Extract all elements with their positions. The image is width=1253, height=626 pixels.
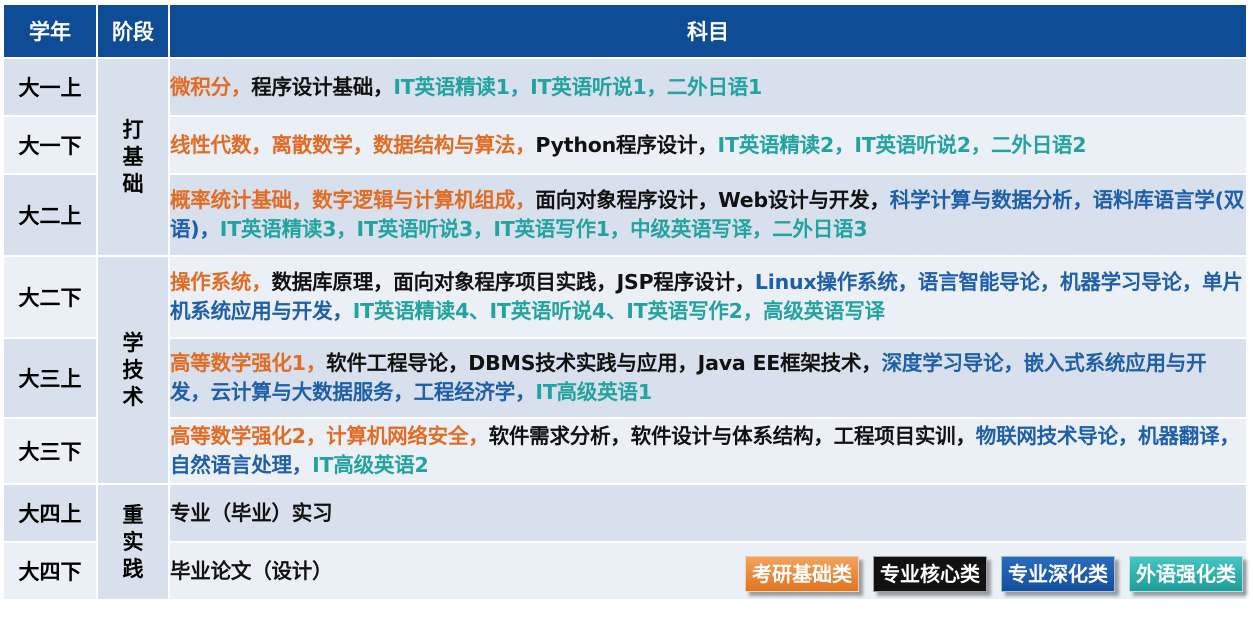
curriculum-slide: 学年 阶段 科目 大一上 打 基 础 微积分，程序设计基础，IT英语精读1，IT… (0, 0, 1253, 626)
header-stage: 阶段 (98, 5, 168, 57)
course-group-black: 毕业论文（设计） (170, 558, 333, 583)
course-group-black: 程序设计基础， (251, 74, 394, 99)
stage-char: 实 (122, 529, 144, 554)
year-cell: 大四下 (4, 543, 96, 599)
course-group-teal: IT高级英语2 (312, 453, 429, 477)
legend-exam-foundation: 考研基础类 (745, 556, 859, 592)
year-cell: 大一上 (4, 59, 96, 115)
subjects-cell: 高等数学强化1，软件工程导论，DBMS技术实践与应用，Java EE框架技术，深… (170, 339, 1246, 417)
year-cell: 大三下 (4, 419, 96, 483)
stage-practice: 重 实 践 (98, 485, 168, 599)
subjects-cell: 线性代数，离散数学，数据结构与算法，Python程序设计，IT英语精读2，IT英… (170, 117, 1246, 173)
stage-char: 重 (122, 502, 144, 527)
category-legend: 考研基础类 专业核心类 专业深化类 外语强化类 (745, 556, 1243, 592)
subjects-cell: 高等数学强化2，计算机网络安全，软件需求分析，软件设计与体系结构，工程项目实训，… (170, 419, 1246, 483)
table-row: 大二上 概率统计基础，数字逻辑与计算机组成，面向对象程序设计，Web设计与开发，… (4, 175, 1246, 255)
course-group-orange: 高等数学强化1， (170, 351, 327, 375)
year-cell: 大三上 (4, 339, 96, 417)
subjects-cell: 概率统计基础，数字逻辑与计算机组成，面向对象程序设计，Web设计与开发，科学计算… (170, 175, 1246, 255)
stage-char: 础 (122, 171, 144, 196)
course-group-black: Python程序设计， (535, 132, 718, 157)
course-group-black: 数据库原理，面向对象程序项目实践，JSP程序设计， (271, 270, 756, 294)
stage-char: 基 (122, 144, 144, 169)
stage-char: 技 (122, 357, 144, 382)
year-cell: 大四上 (4, 485, 96, 541)
stage-foundation: 打 基 础 (98, 59, 168, 255)
header-subjects: 科目 (170, 5, 1246, 57)
course-group-black: 软件工程导论，DBMS技术实践与应用，Java EE框架技术， (326, 351, 882, 375)
course-group-teal: IT高级英语1 (535, 380, 652, 404)
course-group-orange: 微积分， (170, 74, 252, 99)
stage-char: 打 (122, 117, 144, 142)
course-group-orange: 线性代数，离散数学，数据结构与算法， (170, 132, 536, 157)
subjects-cell: 微积分，程序设计基础，IT英语精读1，IT英语听说1，二外日语1 (170, 59, 1246, 115)
course-group-orange: 概率统计基础，数字逻辑与计算机组成， (170, 188, 536, 212)
stage-technology: 学 技 术 (98, 257, 168, 483)
course-group-teal: IT英语精读3，IT英语听说3，IT英语写作1，中级英语写译，二外日语3 (219, 217, 868, 241)
course-group-orange: 操作系统， (170, 270, 272, 294)
stage-char: 学 (122, 330, 144, 355)
table-row: 大一下 线性代数，离散数学，数据结构与算法，Python程序设计，IT英语精读2… (4, 117, 1246, 173)
course-group-teal: IT英语精读1，IT英语听说1，二外日语1 (393, 74, 763, 99)
legend-core: 专业核心类 (873, 556, 987, 592)
year-cell: 大二上 (4, 175, 96, 255)
year-cell: 大二下 (4, 257, 96, 337)
table-row: 大二下 学 技 术 操作系统，数据库原理，面向对象程序项目实践，JSP程序设计，… (4, 257, 1246, 483)
stage-char: 践 (122, 556, 144, 581)
subjects-cell: 专业（毕业）实习 (170, 485, 1246, 541)
table-row: 大三下 高等数学强化2，计算机网络安全，软件需求分析，软件设计与体系结构，工程项… (4, 419, 1246, 483)
year-cell: 大一下 (4, 117, 96, 173)
table-row: 大一上 打 基 础 微积分，程序设计基础，IT英语精读1，IT英语听说1，二外日… (4, 59, 1246, 255)
table-header-row: 学年 阶段 科目 (4, 5, 1246, 57)
stage-char: 术 (122, 384, 144, 409)
table-row: 大四上 重 实 践 专业（毕业）实习 (4, 485, 1246, 599)
course-group-teal: IT英语精读4、IT英语听说4、IT英语写作2，高级英语写译 (352, 299, 885, 323)
table-row: 大三上 高等数学强化1，软件工程导论，DBMS技术实践与应用，Java EE框架… (4, 339, 1246, 417)
subjects-cell: 操作系统，数据库原理，面向对象程序项目实践，JSP程序设计，Linux操作系统，… (170, 257, 1246, 337)
legend-advanced: 专业深化类 (1001, 556, 1115, 592)
legend-language: 外语强化类 (1129, 556, 1243, 592)
course-group-black: 面向对象程序设计，Web设计与开发， (535, 188, 890, 212)
course-group-black: 软件需求分析，软件设计与体系结构，工程项目实训， (488, 424, 976, 448)
header-year: 学年 (4, 5, 96, 57)
course-group-orange: 高等数学强化2，计算机网络安全， (170, 424, 489, 448)
course-group-teal: IT英语精读2，IT英语听说2，二外日语2 (717, 132, 1087, 157)
course-group-black: 专业（毕业）实习 (170, 500, 333, 525)
curriculum-table: 学年 阶段 科目 大一上 打 基 础 微积分，程序设计基础，IT英语精读1，IT… (2, 3, 1248, 601)
